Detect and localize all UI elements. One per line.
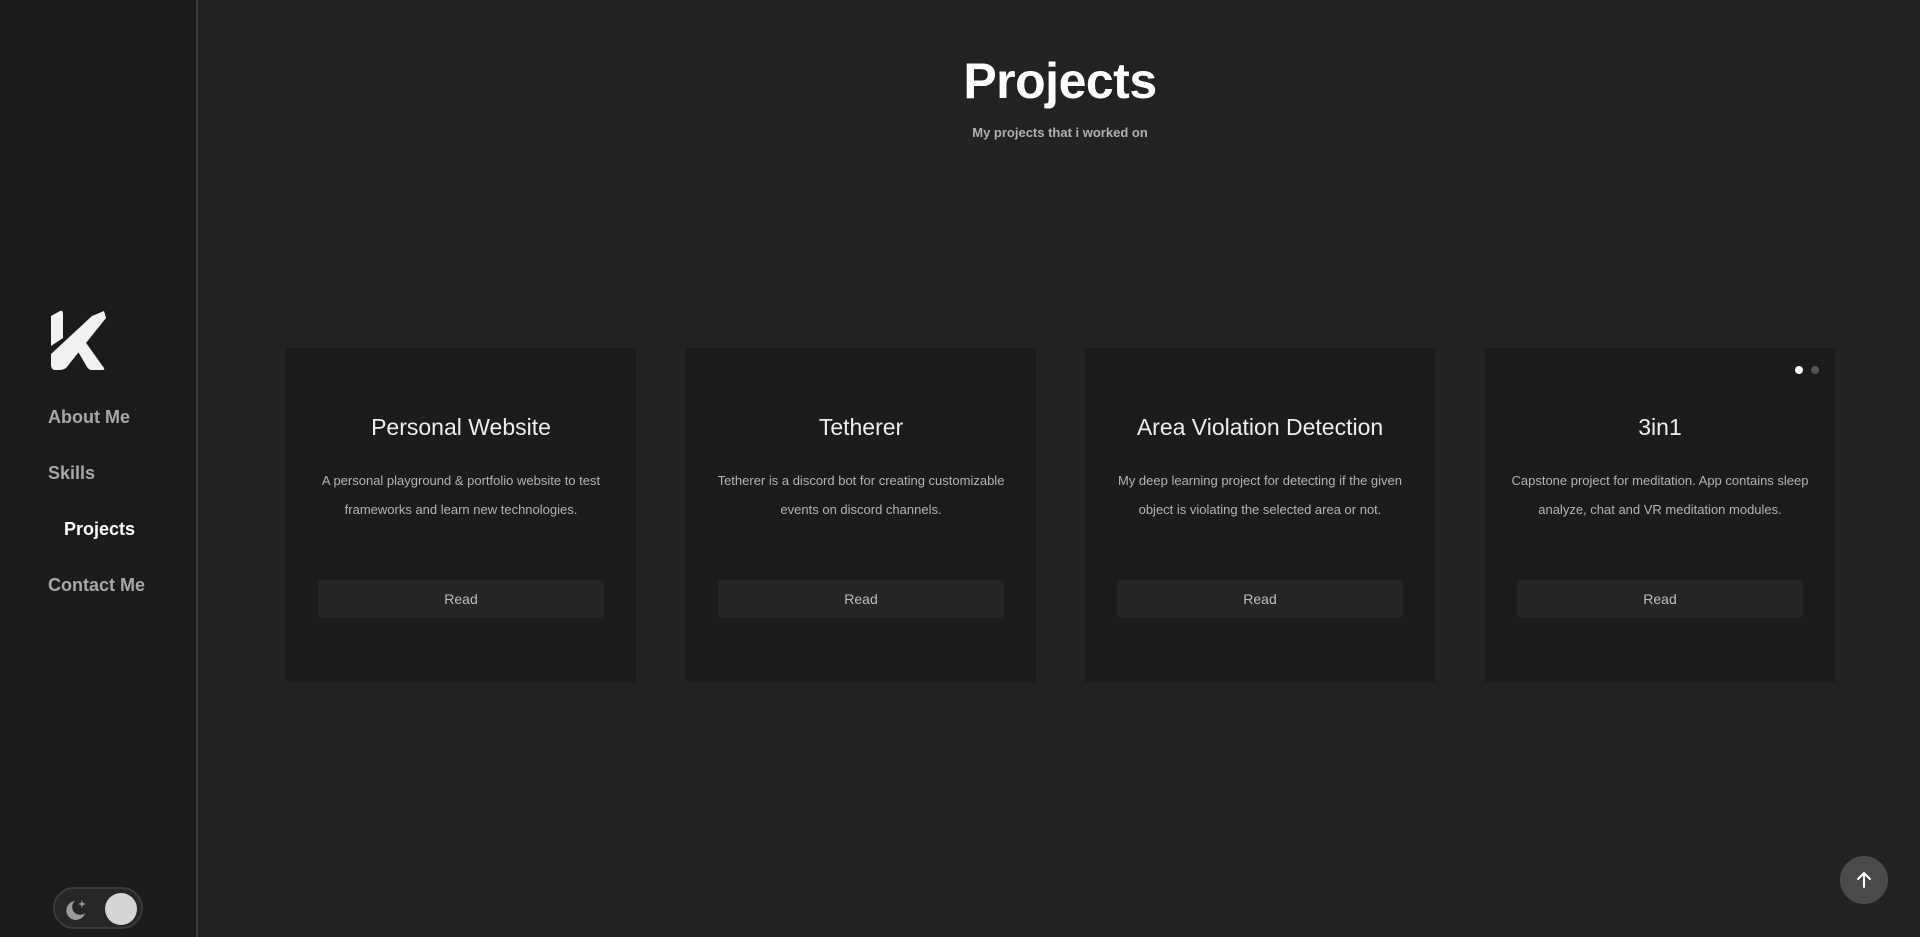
pagination-dot-active[interactable] — [1795, 366, 1803, 374]
read-button[interactable]: Read — [1117, 580, 1403, 618]
project-title: Tetherer — [818, 414, 904, 440]
carousel-pagination — [1795, 366, 1823, 376]
toggle-knob — [105, 893, 137, 925]
pagination-dot[interactable] — [1811, 366, 1819, 374]
page-subtitle: My projects that i worked on — [972, 125, 1148, 140]
moon-stars-icon — [63, 897, 89, 923]
read-button[interactable]: Read — [1517, 580, 1803, 618]
project-description: Capstone project for meditation. App con… — [1511, 473, 1809, 517]
project-title: Personal Website — [371, 414, 551, 440]
read-button[interactable]: Read — [718, 580, 1004, 618]
project-title: 3in1 — [1638, 414, 1682, 440]
page-title: Projects — [963, 53, 1157, 109]
project-title: Area Violation Detection — [1136, 414, 1384, 440]
sidebar-nav: About Me Skills Projects Contact Me — [0, 395, 196, 619]
logo-k-icon[interactable] — [48, 308, 108, 372]
nav-item-about-me[interactable]: About Me — [0, 395, 196, 451]
project-carousel: Personal Website A personal playground &… — [286, 348, 1836, 682]
sidebar: About Me Skills Projects Contact Me — [0, 0, 198, 937]
nav-item-contact-me[interactable]: Contact Me — [0, 563, 196, 619]
project-description: A personal playground & portfolio websit… — [321, 473, 601, 517]
project-description: My deep learning project for detecting i… — [1117, 473, 1402, 517]
scroll-to-top-button[interactable] — [1840, 856, 1888, 904]
nav-item-projects[interactable]: Projects — [0, 507, 196, 563]
nav-item-skills[interactable]: Skills — [0, 451, 196, 507]
project-card: Personal Website A personal playground &… — [286, 348, 636, 682]
project-card: Tetherer Tetherer is a discord bot for c… — [686, 348, 1036, 682]
read-button[interactable]: Read — [318, 580, 604, 618]
main-content: Projects My projects that i worked on Pe… — [200, 0, 1920, 937]
project-card: 3in1 Capstone project for meditation. Ap… — [1485, 348, 1835, 682]
theme-toggle[interactable] — [53, 887, 143, 929]
project-description: Tetherer is a discord bot for creating c… — [717, 473, 1005, 517]
project-card: Area Violation Detection My deep learnin… — [1085, 348, 1435, 682]
